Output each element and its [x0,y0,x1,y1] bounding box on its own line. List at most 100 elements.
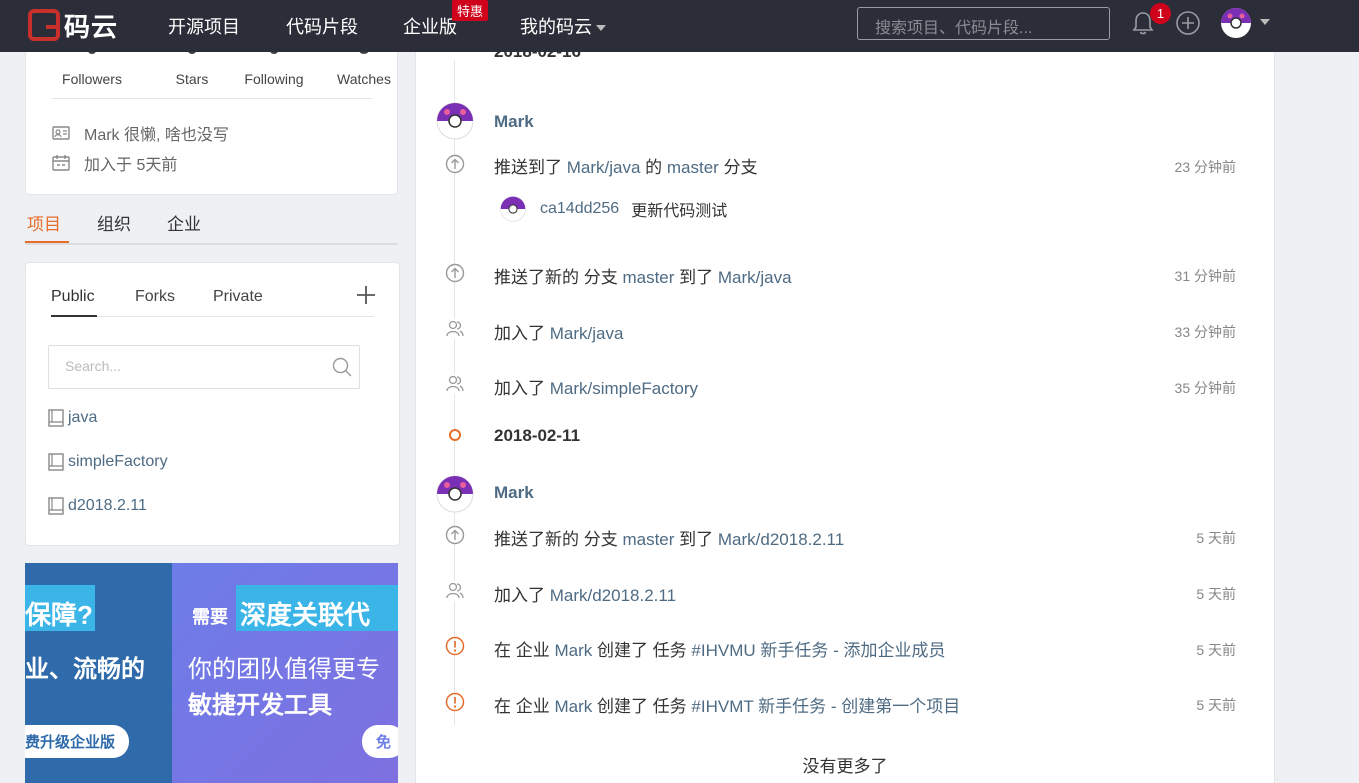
profile-bio: Mark 很懒, 啥也没写 [52,121,229,145]
event-timestamp: 5 天前 [1196,530,1236,546]
tab-enterprises[interactable]: 企业 [167,210,201,235]
user-name-link[interactable]: Mark [494,112,534,132]
banner-cta-button[interactable]: 免 [362,725,398,758]
add-repo-plus-icon[interactable] [356,285,376,305]
repositories-card: Public Forks Private Search... java simp… [25,262,400,546]
branch-link[interactable]: master [622,268,674,287]
banner-upgrade-button[interactable]: 费升级企业版 [25,725,130,758]
date-marker-icon [449,429,461,441]
event-join-java: 加入了 Mark/java [494,319,623,344]
task-link[interactable]: #IHVMT 新手任务 - 创建第一个项目 [691,697,960,716]
repo-filter-tabs: Public Forks Private [51,277,374,317]
gitee-logo[interactable]: 码云 [28,9,118,42]
repo-item-d2018[interactable]: d2018.2.11 [48,497,147,515]
event-text: 加入了 [494,379,550,398]
nav-my-gitee[interactable]: 我的码云 [520,13,606,39]
repo-item-java[interactable]: java [48,409,97,427]
banner-subline: 业、流畅的 [25,656,145,683]
repo-link[interactable]: Mark/java [550,324,624,343]
event-join-d2018: 加入了 Mark/d2018.2.11 [494,581,676,606]
event-text: 推送了新的 分支 [494,268,623,287]
profile-card: 0Followers 0Stars 0Following 3Watches Ma… [25,30,398,195]
event-text: 推送了新的 分支 [494,530,623,549]
event-text: 创建了 任务 [592,697,692,716]
push-arrow-icon [445,525,465,545]
repo-name: simpleFactory [68,453,168,470]
search-icon[interactable] [332,357,352,377]
enterprise-link[interactable]: Mark [554,697,592,716]
logo-mark-icon [28,9,60,41]
repo-item-simplefactory[interactable]: simpleFactory [48,453,168,471]
event-text: 推送到了 [494,158,567,177]
repo-link[interactable]: Mark/d2018.2.11 [550,586,676,605]
calendar-icon [52,155,70,171]
promo-banner-devtools[interactable]: 需要 深度关联代 你的团队值得更专 敏捷开发工具 免 [172,563,398,783]
user-join-icon [445,374,465,394]
commit-hash-link[interactable]: ca14dd256 [540,200,619,218]
event-push-java-master: 推送到了 Mark/java 的 master 分支 [494,153,758,178]
branch-link[interactable]: master [622,530,674,549]
push-arrow-icon [445,263,465,283]
commit-author-avatar-icon[interactable] [500,196,526,222]
nav-code-snippets[interactable]: 代码片段 [286,13,358,39]
joined-text: 加入于 5天前 [84,157,178,174]
event-timestamp: 33 分钟前 [1174,324,1236,340]
event-text: 到了 [674,530,718,549]
task-alert-icon [445,636,465,656]
nav-enterprise[interactable]: 企业版 [403,13,457,39]
user-join-icon [445,581,465,601]
user-avatar-icon[interactable] [436,102,474,140]
repo-link[interactable]: Mark/java [567,158,641,177]
nav-my-gitee-label: 我的码云 [520,17,592,37]
repo-name: d2018.2.11 [68,497,147,514]
event-timestamp: 23 分钟前 [1174,159,1236,175]
event-timestamp: 5 天前 [1196,586,1236,602]
enterprise-link[interactable]: Mark [554,641,592,660]
event-text: 的 [640,158,667,177]
user-avatar-icon[interactable] [1220,7,1252,39]
event-task-ihvmu: 在 企业 Mark 创建了 任务 #IHVMU 新手任务 - 添加企业成员 [494,636,945,661]
event-text: 到了 [674,268,718,287]
user-avatar-icon[interactable] [436,475,474,513]
repo-link[interactable]: Mark/simpleFactory [550,379,698,398]
branch-link[interactable]: master [667,158,719,177]
event-timestamp: 5 天前 [1196,697,1236,713]
tab-public[interactable]: Public [51,288,95,306]
event-text: 在 企业 [494,697,555,716]
active-tab-indicator [25,241,69,243]
user-name-link[interactable]: Mark [494,483,534,503]
task-link[interactable]: #IHVMU 新手任务 - 添加企业成员 [691,641,945,660]
global-search-input[interactable]: 搜索项目、代码片段... [857,7,1110,40]
avatar-chevron-down-icon[interactable] [1260,19,1270,25]
repo-search-input[interactable]: Search... [48,345,360,389]
notification-count-badge: 1 [1150,3,1171,24]
create-plus-icon[interactable] [1176,11,1200,35]
bio-text: Mark 很懒, 啥也没写 [84,127,229,144]
tab-forks[interactable]: Forks [135,288,175,306]
top-navbar: 码云 开源项目 代码片段 企业版 特惠 我的码云 搜索项目、代码片段... 1 [0,0,1359,52]
banner-subline-2: 敏捷开发工具 [188,692,332,719]
nav-open-source[interactable]: 开源项目 [168,13,240,39]
repo-book-icon [48,409,64,427]
event-timestamp: 5 天前 [1196,642,1236,658]
event-timestamp: 35 分钟前 [1174,380,1236,396]
banner-headline: 深度关联代 [240,600,371,630]
event-text: 加入了 [494,324,550,343]
no-more-label: 没有更多了 [802,757,888,776]
event-timestamp: 31 分钟前 [1174,268,1236,284]
event-text: 加入了 [494,586,550,605]
tab-organizations[interactable]: 组织 [97,210,131,235]
event-join-simplefactory: 加入了 Mark/simpleFactory [494,374,698,399]
repo-link[interactable]: Mark/d2018.2.11 [718,530,844,549]
profile-joined: 加入于 5天前 [52,151,177,175]
active-repo-tab-indicator [51,315,97,317]
profile-tabs: 项目 组织 企业 [25,205,398,245]
promo-banner-enterprise[interactable]: 保障? 业、流畅的 费升级企业版 [25,563,172,783]
banner-tag: 需要 [192,607,228,627]
repo-link[interactable]: Mark/java [718,268,792,287]
activity-feed: 2018-02-16 Mark 推送到了 Mark/java 的 master … [415,0,1275,783]
tab-projects[interactable]: 项目 [27,210,61,235]
stat-label: Followers [62,71,122,87]
tab-private[interactable]: Private [213,288,263,306]
event-text: 创建了 任务 [592,641,692,660]
